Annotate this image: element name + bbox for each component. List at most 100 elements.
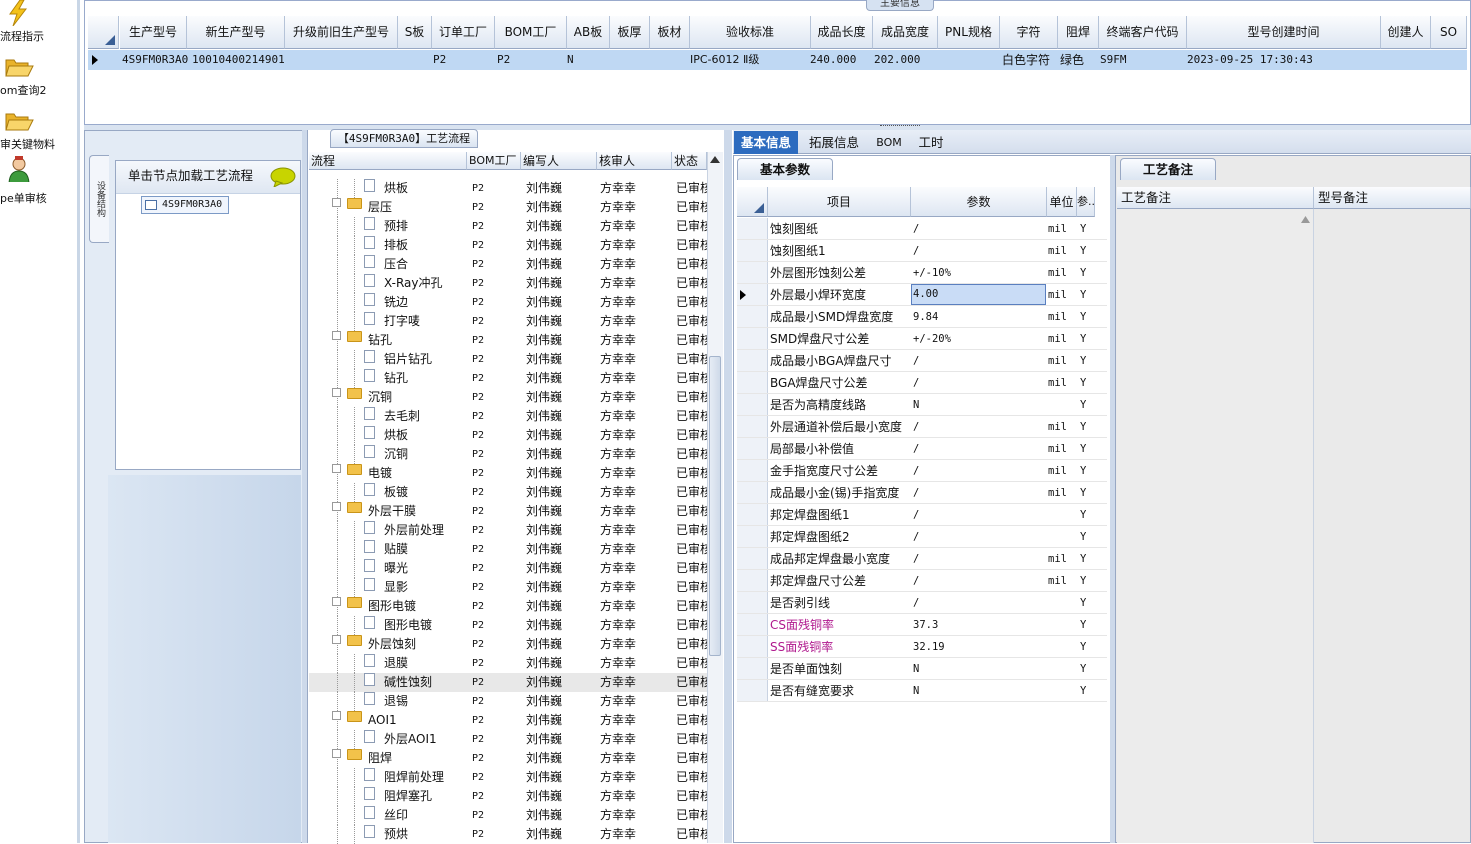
param-row[interactable]: 是否单面蚀刻 N Y (737, 658, 1107, 680)
nav-item-pe-review[interactable]: pe单审核 (0, 156, 78, 206)
collapse-icon[interactable]: − (332, 597, 341, 606)
param-value[interactable]: / (911, 592, 1046, 614)
collapse-icon[interactable]: − (332, 331, 341, 340)
param-value[interactable]: 9.84 (911, 306, 1046, 328)
col-header-s-board[interactable]: S板 (398, 16, 432, 49)
param-row[interactable]: CS面残铜率 37.3 Y (737, 614, 1107, 636)
param-row[interactable]: 蚀刻图纸1 /mil Y (737, 240, 1107, 262)
tree-root-node[interactable]: 4S9FM0R3A0 (141, 196, 229, 214)
process-row[interactable]: 烘板 P2 刘伟巍 方幸幸 已审核 (309, 426, 707, 445)
process-row[interactable]: X-Ray冲孔 P2 刘伟巍 方幸幸 已审核 (309, 274, 707, 293)
collapse-icon[interactable]: − (332, 198, 341, 207)
param-row[interactable]: 是否为高精度线路 N Y (737, 394, 1107, 416)
process-row[interactable]: 烘板 P2 刘伟巍 方幸幸 已审核 (309, 179, 707, 198)
tab-structure[interactable]: 设备结构 (89, 155, 109, 243)
collapse-icon[interactable]: − (332, 749, 341, 758)
process-row[interactable]: 退锡 P2 刘伟巍 方幸幸 已审核 (309, 692, 707, 711)
param-row[interactable]: 外层最小焊环宽度 4.00 mil Y (737, 284, 1107, 306)
param-value[interactable]: N (911, 394, 1046, 416)
process-row[interactable]: 铣边 P2 刘伟巍 方幸幸 已审核 (309, 293, 707, 312)
param-value[interactable]: 32.19 (911, 636, 1046, 658)
param-value[interactable]: 4.00 (911, 284, 1046, 305)
param-value[interactable]: +/-10% (911, 262, 1046, 284)
param-row[interactable]: 邦定焊盘图纸1 / Y (737, 504, 1107, 526)
param-value[interactable]: / (911, 240, 1046, 262)
col-header-param-flag[interactable]: 参.. (1077, 187, 1095, 217)
scroll-up-icon[interactable] (710, 156, 720, 164)
tab-basic-info[interactable]: 基本信息 (734, 131, 798, 154)
process-row[interactable]: 显影 P2 刘伟巍 方幸幸 已审核 (309, 578, 707, 597)
col-header-material[interactable]: 板材 (650, 16, 690, 49)
process-row[interactable]: − AOI1 P2 刘伟巍 方幸幸 已审核 (309, 711, 707, 730)
tab-bom[interactable]: BOM (870, 131, 908, 154)
process-row[interactable]: − 图形电镀 P2 刘伟巍 方幸幸 已审核 (309, 597, 707, 616)
process-row[interactable]: 预排 P2 刘伟巍 方幸幸 已审核 (309, 217, 707, 236)
param-row[interactable]: 金手指宽度尺寸公差 / mil Y (737, 460, 1107, 482)
param-row[interactable]: 外层图形蚀刻公差 +/-10% mil Y (737, 262, 1107, 284)
col-header-thickness[interactable]: 板厚 (610, 16, 650, 49)
col-header-order-factory[interactable]: 订单工厂 (432, 16, 495, 49)
process-row[interactable]: 外层AOI1 P2 刘伟巍 方幸幸 已审核 (309, 730, 707, 749)
col-header-old-model[interactable]: 升级前旧生产型号 (285, 16, 398, 49)
param-row[interactable]: 局部最小补偿值 / mil Y (737, 438, 1107, 460)
process-row[interactable]: 退膜 P2 刘伟巍 方幸幸 已审核 (309, 654, 707, 673)
param-row[interactable]: 成品邦定焊盘最小宽度 / mil Y (737, 548, 1107, 570)
param-row[interactable]: BGA焊盘尺寸公差 / mil Y (737, 372, 1107, 394)
collapse-icon[interactable]: − (332, 635, 341, 644)
process-row[interactable]: 排板 P2 刘伟巍 方幸幸 已审核 (309, 236, 707, 255)
process-row[interactable]: 打字唛 P2 刘伟巍 方幸幸 已审核 (309, 312, 707, 331)
col-header-so[interactable]: SO (1431, 16, 1467, 49)
param-value[interactable]: N (911, 680, 1046, 702)
scroll-up-icon[interactable] (1301, 216, 1310, 223)
param-value[interactable]: / (911, 570, 1046, 592)
process-row[interactable]: 铝片钻孔 P2 刘伟巍 方幸幸 已审核 (309, 350, 707, 369)
param-value[interactable]: / (911, 526, 1046, 548)
param-value[interactable]: / (911, 416, 1046, 438)
param-row[interactable]: 是否有缝宽要求 N Y (737, 680, 1107, 702)
col-header-width[interactable]: 成品宽度 (873, 16, 938, 49)
tab-extended-info[interactable]: 拓展信息 (802, 131, 866, 154)
param-value[interactable]: +/-20% (911, 328, 1046, 350)
process-row[interactable]: − 外层干膜 P2 刘伟巍 方幸幸 已审核 (309, 502, 707, 521)
col-header-bom-factory[interactable]: BOM工厂 (495, 16, 567, 49)
collapse-icon[interactable]: − (332, 502, 341, 511)
vertical-splitter[interactable] (724, 130, 732, 843)
param-row[interactable]: SMD焊盘尺寸公差 +/-20% mil Y (737, 328, 1107, 350)
process-row[interactable]: 丝印 P2 刘伟巍 方幸幸 已审核 (309, 806, 707, 825)
param-value[interactable]: / (911, 504, 1046, 526)
param-value[interactable]: / (911, 350, 1046, 372)
col-header-process-remark[interactable]: 工艺备注 (1117, 187, 1314, 209)
process-row[interactable]: 外层前处理 P2 刘伟巍 方幸幸 已审核 (309, 521, 707, 540)
process-row[interactable]: 钻孔 P2 刘伟巍 方幸幸 已审核 (309, 369, 707, 388)
col-header-bom-factory[interactable]: BOM工厂 (467, 152, 521, 170)
tab-work-hours[interactable]: 工时 (912, 131, 950, 154)
param-row[interactable]: 是否剥引线 / Y (737, 592, 1107, 614)
remark-text-area[interactable] (1117, 209, 1314, 843)
col-header-customer[interactable]: 终端客户代码 (1099, 16, 1187, 49)
param-value[interactable]: / (911, 438, 1046, 460)
process-row[interactable]: − 电镀 P2 刘伟巍 方幸幸 已审核 (309, 464, 707, 483)
col-header-reviewer[interactable]: 核审人 (597, 152, 672, 170)
param-value[interactable]: / (911, 460, 1046, 482)
param-value[interactable]: / (911, 548, 1046, 570)
process-row[interactable]: 阻焊塞孔 P2 刘伟巍 方幸幸 已审核 (309, 787, 707, 806)
process-row[interactable]: 板镀 P2 刘伟巍 方幸幸 已审核 (309, 483, 707, 502)
nav-item-bom-query[interactable]: om查询2 (0, 52, 78, 104)
nav-item-process-guide[interactable]: 流程指示 (0, 0, 78, 50)
process-row[interactable]: 压合 P2 刘伟巍 方幸幸 已审核 (309, 255, 707, 274)
process-row[interactable]: 沉铜 P2 刘伟巍 方幸幸 已审核 (309, 445, 707, 464)
col-header-unit[interactable]: 单位 (1047, 187, 1077, 217)
collapse-icon[interactable]: − (332, 388, 341, 397)
param-row[interactable]: 邦定焊盘尺寸公差 / mil Y (737, 570, 1107, 592)
process-row[interactable]: 阻焊前处理 P2 刘伟巍 方幸幸 已审核 (309, 768, 707, 787)
col-header-status[interactable]: 状态 (672, 152, 707, 170)
col-header-pnl[interactable]: PNL规格 (938, 16, 1000, 49)
param-value[interactable]: / (911, 372, 1046, 394)
param-row[interactable]: 外层通道补偿后最小宽度 / mil Y (737, 416, 1107, 438)
col-header-created[interactable]: 型号创建时间 (1187, 16, 1381, 49)
process-row[interactable]: 去毛刺 P2 刘伟巍 方幸幸 已审核 (309, 407, 707, 426)
collapse-icon[interactable]: − (332, 464, 341, 473)
process-row[interactable]: 碱性蚀刻 P2 刘伟巍 方幸幸 已审核 (309, 673, 707, 692)
col-header-param[interactable]: 参数 (911, 187, 1047, 217)
param-row[interactable]: 成品最小SMD焊盘宽度 9.84 mil Y (737, 306, 1107, 328)
